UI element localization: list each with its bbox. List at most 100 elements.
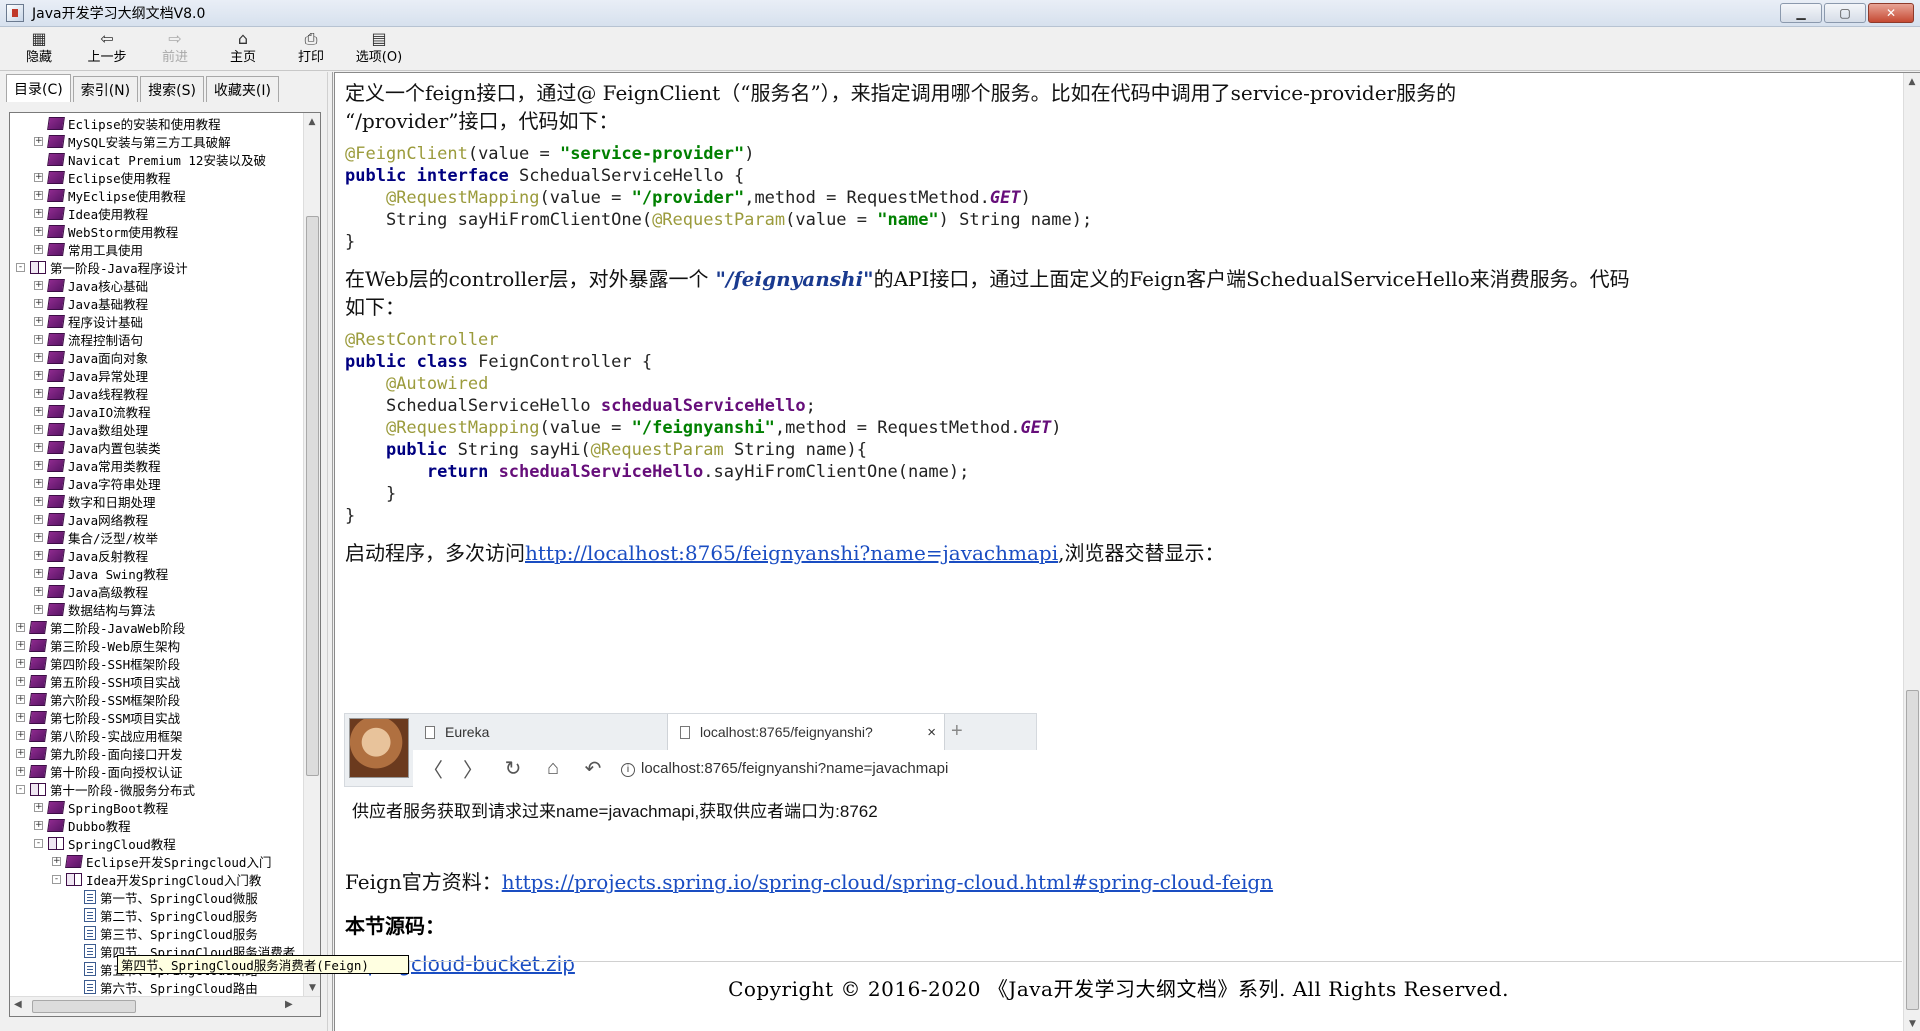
tree-vertical-scrollbar[interactable]: ▲ ▼ [303,113,320,996]
tree-item[interactable]: + 第二阶段-JavaWeb阶段 [10,618,297,636]
content-vertical-scrollbar[interactable]: ▲ ▼ [1903,73,1920,1031]
tree-item[interactable]: + Eclipse使用教程 [10,168,297,186]
scroll-down-icon[interactable]: ▼ [304,979,320,996]
expand-icon[interactable]: + [34,514,43,524]
tree-item[interactable]: + Java Swing教程 [10,564,297,582]
hide-button[interactable]: ▦ 隐藏 [10,27,68,69]
expand-icon[interactable]: + [16,622,25,632]
tree-item[interactable]: + Idea使用教程 [10,204,297,222]
content-scroll-thumb[interactable] [1906,690,1919,1010]
scroll-left-icon[interactable]: ◀ [14,999,22,1010]
tree-item[interactable]: + Java高级教程 [10,582,297,600]
tree-item[interactable]: + Java反射教程 [10,546,297,564]
expand-icon[interactable]: + [34,820,43,830]
expand-icon[interactable]: + [34,550,43,560]
expand-icon[interactable]: + [34,208,43,218]
tree-item[interactable]: - 第一阶段-Java程序设计 [10,258,297,276]
collapse-icon[interactable]: - [52,874,61,884]
expand-icon[interactable]: + [34,334,43,344]
tree-item[interactable]: + Java常用类教程 [10,456,297,474]
expand-icon[interactable]: + [52,856,61,866]
tree-item[interactable]: + 第三阶段-Web原生架构 [10,636,297,654]
expand-icon[interactable]: + [34,298,43,308]
expand-icon[interactable]: + [16,658,25,668]
tree-item[interactable]: + 流程控制语句 [10,330,297,348]
tree-item[interactable]: - SpringCloud教程 [10,834,297,852]
tree-hscroll-thumb[interactable] [32,1000,136,1013]
forward-button[interactable]: ⇨ 前进 [146,27,204,69]
expand-icon[interactable]: + [34,280,43,290]
expand-icon[interactable]: + [16,640,25,650]
expand-icon[interactable]: + [34,136,43,146]
tree-item[interactable]: + Java字符串处理 [10,474,297,492]
scroll-right-icon[interactable]: ▶ [285,999,293,1010]
tree-item[interactable]: + Java网络教程 [10,510,297,528]
expand-icon[interactable]: + [34,190,43,200]
collapse-icon[interactable]: - [16,262,25,272]
expand-icon[interactable]: + [34,370,43,380]
scroll-up-icon[interactable]: ▲ [1904,73,1920,90]
maximize-button[interactable]: ▢ [1824,3,1866,23]
localhost-link[interactable]: http://localhost:8765/feignyanshi?name=j… [525,541,1058,565]
scroll-down-icon[interactable]: ▼ [1904,1015,1920,1031]
tree-scroll-thumb[interactable] [306,216,319,776]
tree-item[interactable]: - 第十一阶段-微服务分布式 [10,780,297,798]
expand-icon[interactable]: + [34,352,43,362]
back-button[interactable]: ⇦ 上一步 [78,27,136,69]
tab-contents[interactable]: 目录(C) [6,74,71,102]
tree-item[interactable]: 第二节、SpringCloud服务 [10,906,297,924]
tree-item[interactable]: + 第八阶段-实战应用框架 [10,726,297,744]
tree-item[interactable]: + Java线程教程 [10,384,297,402]
expand-icon[interactable]: + [16,730,25,740]
expand-icon[interactable]: + [34,460,43,470]
expand-icon[interactable]: + [34,244,43,254]
expand-icon[interactable]: + [34,802,43,812]
tab-index[interactable]: 索引(N) [72,76,139,102]
expand-icon[interactable]: + [34,424,43,434]
tree-item[interactable]: + WebStorm使用教程 [10,222,297,240]
tree-item[interactable]: Navicat Premium 12安装以及破 [10,150,297,168]
expand-icon[interactable]: + [34,442,43,452]
scroll-up-icon[interactable]: ▲ [304,113,320,130]
collapse-icon[interactable]: - [34,838,43,848]
expand-icon[interactable]: + [34,406,43,416]
tree-item[interactable]: 第六节、SpringCloud路由 [10,978,297,996]
tree-item[interactable]: + Java内置包装类 [10,438,297,456]
expand-icon[interactable]: + [16,676,25,686]
tab-search[interactable]: 搜索(S) [140,76,204,102]
expand-icon[interactable]: + [16,712,25,722]
expand-icon[interactable]: + [34,226,43,236]
spring-docs-link[interactable]: https://projects.spring.io/spring-cloud/… [502,870,1273,894]
tree-item[interactable]: + Java异常处理 [10,366,297,384]
expand-icon[interactable]: + [34,316,43,326]
expand-icon[interactable]: + [34,496,43,506]
expand-icon[interactable]: + [34,172,43,182]
expand-icon[interactable]: + [16,694,25,704]
expand-icon[interactable]: + [16,748,25,758]
minimize-button[interactable]: ▁ [1780,3,1822,23]
tree-item[interactable]: + 第十阶段-面向授权认证 [10,762,297,780]
tree-item[interactable]: Eclipse的安装和使用教程 [10,114,297,132]
tree-item[interactable]: + 第五阶段-SSH项目实战 [10,672,297,690]
contents-tree[interactable]: Eclipse的安装和使用教程 + MySQL安装与第三方工具破解 Navicat P… [10,114,297,997]
tree-item[interactable]: + SpringBoot教程 [10,798,297,816]
tree-item[interactable]: + JavaIO流教程 [10,402,297,420]
tree-item[interactable]: + MyEclipse使用教程 [10,186,297,204]
tree-item[interactable]: + 第六阶段-SSM框架阶段 [10,690,297,708]
tree-item[interactable]: + 集合/泛型/枚举 [10,528,297,546]
expand-icon[interactable]: + [34,478,43,488]
collapse-icon[interactable]: - [16,784,25,794]
expand-icon[interactable]: + [34,586,43,596]
title-bar[interactable]: Java开发学习大纲文档V8.0 ▁ ▢ ✕ [0,0,1920,27]
expand-icon[interactable]: + [16,766,25,776]
tree-item[interactable]: + 程序设计基础 [10,312,297,330]
tree-item[interactable]: 第三节、SpringCloud服务 [10,924,297,942]
tree-item[interactable]: + 第九阶段-面向接口开发 [10,744,297,762]
expand-icon[interactable]: + [34,604,43,614]
tree-item[interactable]: + 第四阶段-SSH框架阶段 [10,654,297,672]
tree-item[interactable]: - Idea开发SpringCloud入门教 [10,870,297,888]
tree-item[interactable]: + Java面向对象 [10,348,297,366]
expand-icon[interactable]: + [34,532,43,542]
tree-horizontal-scrollbar[interactable]: ◀ ▶ [10,996,320,1016]
tree-item[interactable]: + MySQL安装与第三方工具破解 [10,132,297,150]
